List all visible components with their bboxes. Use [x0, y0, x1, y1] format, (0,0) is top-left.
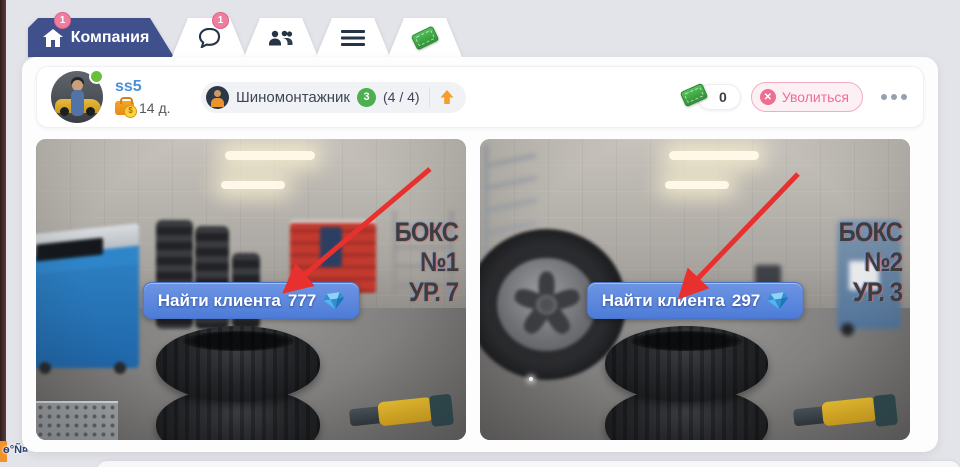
upgrade-button[interactable]	[439, 89, 455, 105]
company-notification-badge: 1	[54, 12, 71, 29]
company-panel: ss5 14 д. Шиномонтажник 3 (4 / 4) 0 ✕ Ув…	[22, 57, 938, 452]
home-icon	[43, 29, 63, 47]
divider	[429, 87, 430, 107]
people-icon	[268, 29, 294, 47]
ticket-counter: 0	[697, 84, 741, 110]
find-client-button-1[interactable]: Найти клиента777	[143, 282, 360, 319]
box-1-label: БОКС№1УР. 7	[395, 217, 458, 307]
box-2-label: БОКС№2УР. 3	[839, 217, 902, 307]
salary-bag-icon	[115, 101, 134, 115]
garage-box-2-image: БОКС№2УР. 3 Найти клиента297	[480, 139, 910, 440]
more-menu-button[interactable]	[879, 88, 909, 106]
username: ss5	[115, 78, 179, 96]
employee-card: ss5 14 д. Шиномонтажник 3 (4 / 4) 0 ✕ Ув…	[36, 66, 924, 128]
window-edge	[0, 0, 6, 443]
tab-members[interactable]	[244, 18, 318, 57]
chat-notification-badge: 1	[212, 12, 229, 29]
gem-icon	[322, 290, 345, 311]
gem-icon	[766, 290, 789, 311]
tab-bar: Компания 1 1	[28, 18, 462, 57]
quit-button[interactable]: ✕ Уволиться	[751, 82, 863, 112]
chat-icon	[198, 28, 221, 48]
tab-chat[interactable]	[172, 18, 246, 57]
profession-icon	[206, 86, 229, 109]
tab-orders[interactable]	[316, 18, 390, 57]
online-status-dot	[89, 69, 104, 84]
profession-capacity: (4 / 4)	[383, 89, 420, 105]
contract-days: 14 д.	[139, 100, 171, 116]
profession-level-badge: 3	[357, 88, 376, 107]
close-icon: ✕	[760, 89, 776, 105]
list-icon	[341, 29, 365, 47]
profession-pill: Шиномонтажник 3 (4 / 4)	[201, 82, 466, 113]
tab-company-label: Компания	[71, 29, 150, 47]
ticket-icon	[411, 25, 440, 50]
tab-tickets[interactable]	[388, 18, 462, 57]
up-arrow-icon	[439, 89, 455, 105]
quit-button-label: Уволиться	[782, 89, 849, 105]
profession-name: Шиномонтажник	[236, 89, 350, 106]
next-section-card-edge	[97, 461, 960, 467]
tab-company[interactable]: Компания	[28, 18, 174, 57]
garage-box-1-image: БОКС№1УР. 7 Найти клиента777	[36, 139, 466, 440]
find-client-button-2[interactable]: Найти клиента297	[587, 282, 804, 319]
